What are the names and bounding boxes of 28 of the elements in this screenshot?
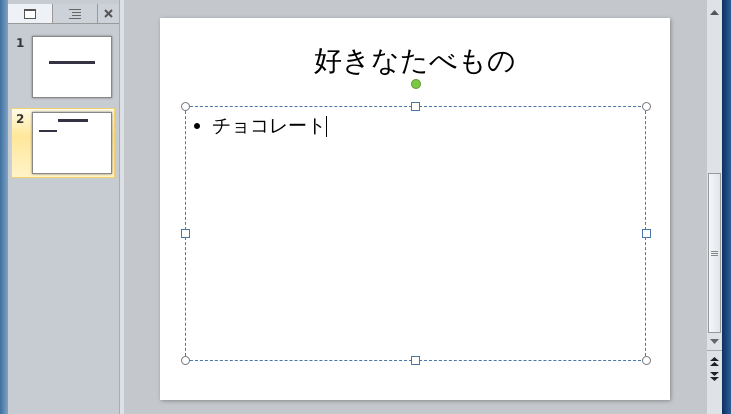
slide-icon xyxy=(24,8,36,18)
resize-handle[interactable] xyxy=(642,102,651,111)
scroll-thumb[interactable] xyxy=(708,173,721,333)
resize-handle[interactable] xyxy=(181,229,190,238)
outline-icon xyxy=(69,8,81,18)
scroll-up-icon[interactable] xyxy=(710,10,719,15)
slide-number: 2 xyxy=(16,112,24,126)
resize-handle[interactable] xyxy=(411,356,420,365)
next-slide-icon[interactable] xyxy=(710,372,719,381)
resize-handle[interactable] xyxy=(181,102,190,111)
resize-handle[interactable] xyxy=(642,229,651,238)
resize-handle[interactable] xyxy=(181,356,190,365)
text-cursor xyxy=(326,116,327,136)
previous-slide-icon[interactable] xyxy=(710,357,719,366)
bullet-text: チョコレート xyxy=(212,114,326,139)
vertical-scrollbar[interactable] xyxy=(707,0,722,414)
resize-handle[interactable] xyxy=(642,356,651,365)
bullet-icon xyxy=(194,123,200,129)
pane-tab[interactable] xyxy=(53,4,98,23)
close-button[interactable] xyxy=(98,4,119,23)
slide-title: 好きなたべもの xyxy=(314,46,516,76)
resize-handle[interactable] xyxy=(411,102,420,111)
rotate-handle[interactable] xyxy=(411,79,421,89)
scroll-down-icon[interactable] xyxy=(710,339,719,344)
slide-number: 1 xyxy=(16,36,24,50)
slide-thumbnail-row[interactable]: 2 xyxy=(11,108,115,178)
close-icon xyxy=(104,9,113,18)
pane-tab[interactable] xyxy=(8,4,53,23)
